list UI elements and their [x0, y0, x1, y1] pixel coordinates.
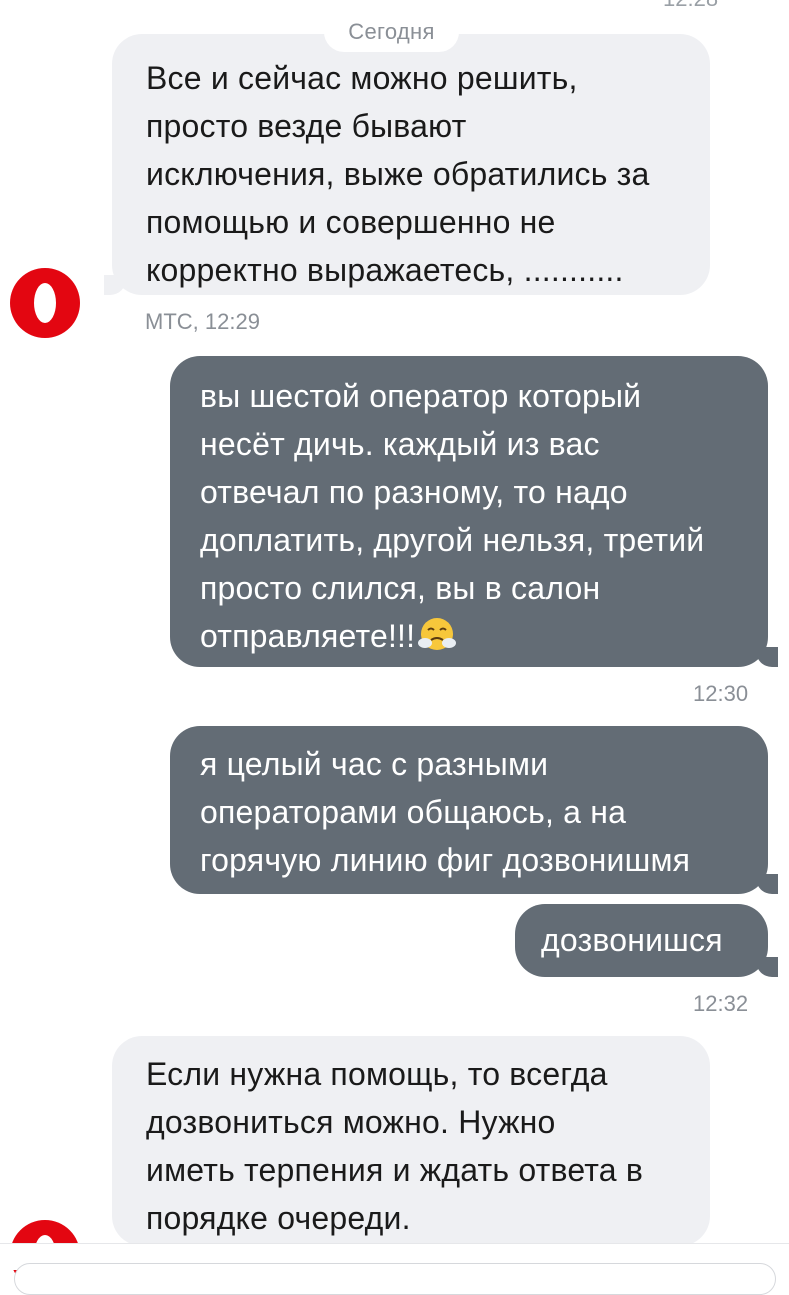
mts-egg-logo-icon [34, 283, 56, 323]
message-line: дозвонишся [541, 922, 723, 958]
message-line: операторами общаюсь, а на [200, 794, 627, 830]
message-line: горячую линию фиг дозвонишмя [200, 842, 691, 878]
message-line: порядке очереди. [146, 1200, 411, 1236]
message-line: дозвониться можно. Нужно [146, 1104, 556, 1140]
message-input[interactable] [14, 1263, 776, 1295]
message-line: Все и сейчас можно решить, [146, 60, 578, 96]
bubble-tail [756, 874, 778, 894]
bubble-tail [104, 275, 126, 295]
message-bubble-incoming[interactable]: Все и сейчас можно решить, просто везде … [112, 34, 710, 295]
message-line: иметь терпения и ждать ответа в [146, 1152, 644, 1188]
message-bubble-outgoing[interactable]: вы шестой оператор который несёт дичь. к… [170, 356, 768, 667]
message-line: просто слился, вы в салон [200, 570, 601, 606]
message-line: исключения, выже обратились за [146, 156, 650, 192]
message-time: 12:32 [693, 991, 749, 1016]
message-bubble-outgoing[interactable]: дозвонишся [515, 904, 768, 977]
message-line: помощью и совершенно не [146, 204, 556, 240]
message-line: я целый час с разными [200, 746, 549, 782]
operator-avatar[interactable] [10, 268, 80, 338]
bubble-tail [756, 957, 778, 977]
message-bubble-incoming[interactable]: Если нужна помощь, то всегда дозвониться… [112, 1036, 710, 1246]
message-line: Если нужна помощь, то всегда [146, 1056, 608, 1092]
message-line: отправляете!!! [200, 618, 416, 654]
date-separator: Сегодня [324, 12, 459, 52]
previous-message-time: 12:28 [663, 0, 718, 12]
steam-from-nose-emoji-icon [418, 618, 457, 650]
message-sender-time: МТС, 12:29 [145, 309, 260, 334]
message-time: 12:30 [693, 681, 749, 706]
bubble-tail [756, 647, 778, 667]
message-bubble-outgoing[interactable]: я целый час с разными операторами общаюс… [170, 726, 768, 894]
message-line-with-emoji: отправляете!!! [200, 612, 768, 660]
message-line: отвечал по разному, то надо [200, 474, 628, 510]
message-line: просто везде бывают [146, 108, 467, 144]
message-line: вы шестой оператор который [200, 378, 642, 414]
message-line: доплатить, другой нельзя, третий [200, 522, 705, 558]
message-line: несёт дичь. каждый из вас [200, 426, 600, 462]
message-line: корректно выражаетесь, ........... [146, 252, 624, 288]
